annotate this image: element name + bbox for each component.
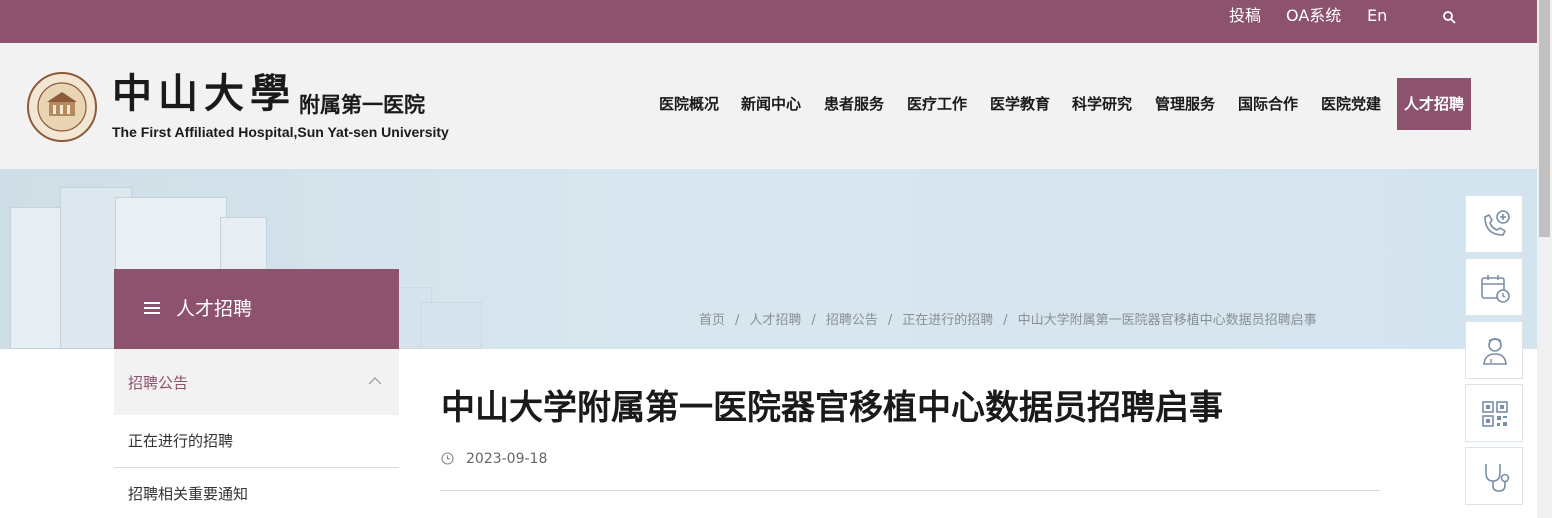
breadcrumb-recruitment[interactable]: 人才招聘 xyxy=(749,313,801,328)
breadcrumb-ongoing[interactable]: 正在进行的招聘 xyxy=(902,313,993,328)
sidebar-item-ongoing[interactable]: 正在进行的招聘 xyxy=(114,415,399,468)
find-doctor-button[interactable] xyxy=(1465,321,1523,379)
qr-code-button[interactable] xyxy=(1465,384,1523,442)
nav-medical-work[interactable]: 医疗工作 xyxy=(907,78,967,130)
qr-code-icon xyxy=(1482,401,1508,427)
breadcrumb-separator: / xyxy=(1003,313,1008,328)
stethoscope-icon xyxy=(1485,464,1510,492)
appointment-phone-button[interactable] xyxy=(1465,195,1523,253)
clock-icon xyxy=(441,452,454,465)
sidebar-item-label: 招聘相关重要通知 xyxy=(128,485,249,503)
breadcrumb-current: 中山大学附属第一医院器官移植中心数据员招聘启事 xyxy=(1017,313,1317,328)
health-check-button[interactable] xyxy=(1465,447,1523,505)
divider xyxy=(440,490,1380,491)
nav-medical-education[interactable]: 医学教育 xyxy=(990,78,1050,130)
nav-news-center[interactable]: 新闻中心 xyxy=(741,78,801,130)
nav-research[interactable]: 科学研究 xyxy=(1072,78,1132,130)
breadcrumb: 首页 / 人才招聘 / 招聘公告 / 正在进行的招聘 / 中山大学附属第一医院器官移植中心数据员… xyxy=(699,313,1317,329)
sidebar-item-label: 正在进行的招聘 xyxy=(128,432,234,450)
logo-chinese-name: 中山大學 xyxy=(112,70,296,117)
nav-hospital-overview[interactable]: 医院概况 xyxy=(659,78,719,130)
breadcrumb-announcements[interactable]: 招聘公告 xyxy=(826,313,878,328)
nav-management[interactable]: 管理服务 xyxy=(1155,78,1215,130)
schedule-button[interactable] xyxy=(1465,258,1523,316)
page-scrollbar[interactable] xyxy=(1537,0,1552,518)
phone-plus-icon xyxy=(1484,210,1510,236)
nav-party-building[interactable]: 医院党建 xyxy=(1321,78,1381,130)
sidebar-title: 人才招聘 xyxy=(114,269,399,349)
university-seal-icon xyxy=(27,72,97,142)
sidebar-item-label: 招聘公告 xyxy=(128,374,189,392)
nav-recruitment[interactable]: 人才招聘 xyxy=(1397,78,1472,130)
sidebar-item-announcements[interactable]: 招聘公告 xyxy=(114,349,399,415)
sidebar-item-notices[interactable]: 招聘相关重要通知 xyxy=(114,468,399,518)
breadcrumb-home[interactable]: 首页 xyxy=(699,313,725,328)
search-icon[interactable] xyxy=(1442,10,1456,24)
banner-building xyxy=(10,207,67,349)
breadcrumb-separator: / xyxy=(811,313,816,328)
doctor-icon xyxy=(1483,338,1507,365)
oa-system-link[interactable]: OA系统 xyxy=(1286,6,1341,26)
english-link[interactable]: En xyxy=(1367,6,1387,26)
chevron-up-icon[interactable] xyxy=(368,377,382,385)
nav-patient-services[interactable]: 患者服务 xyxy=(824,78,884,130)
logo-english-name: The First Affiliated Hospital,Sun Yat-se… xyxy=(112,124,449,140)
logo-subtitle: 附属第一医院 xyxy=(299,93,425,117)
submit-link[interactable]: 投稿 xyxy=(1229,6,1261,26)
nav-international[interactable]: 国际合作 xyxy=(1238,78,1298,130)
breadcrumb-separator: / xyxy=(735,313,740,328)
article-title: 中山大学附属第一医院器官移植中心数据员招聘启事 xyxy=(441,388,1223,428)
article-date: 2023-09-18 xyxy=(466,451,548,467)
calendar-clock-icon xyxy=(1481,275,1510,303)
menu-icon xyxy=(144,302,160,314)
sidebar-title-label: 人才招聘 xyxy=(176,298,253,320)
banner-building xyxy=(420,302,482,349)
scrollbar-thumb[interactable] xyxy=(1539,0,1550,237)
breadcrumb-separator: / xyxy=(887,313,893,328)
